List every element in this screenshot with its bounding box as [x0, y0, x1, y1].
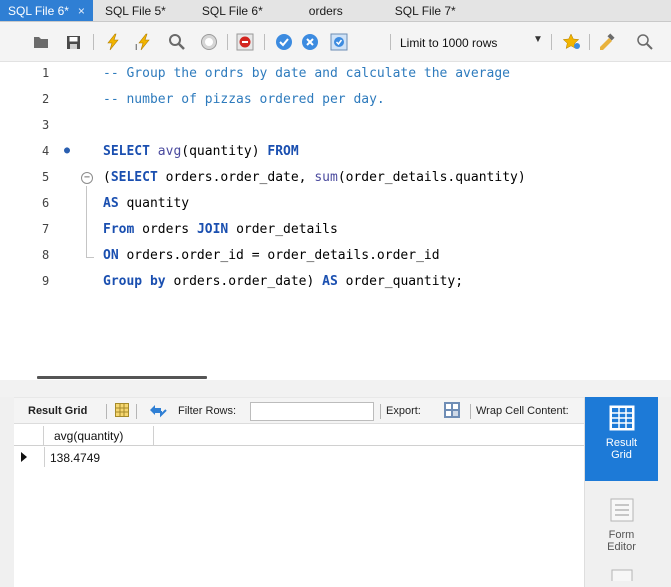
panel-splitter[interactable]: [0, 380, 671, 397]
code-text: -- number of pizzas ordered per day.: [103, 92, 385, 107]
form-editor-icon: [610, 498, 633, 522]
sql-editor[interactable]: 1 -- Group the ordrs by date and calcula…: [0, 62, 671, 380]
code-line: 4 ● SELECT avg(quantity) FROM: [0, 140, 671, 166]
svg-text:I: I: [135, 43, 137, 51]
result-toolbar: Result Grid Filter Rows: Export: Wrap Ce…: [14, 397, 584, 424]
execute-icon[interactable]: [104, 33, 122, 51]
beautify-icon[interactable]: [598, 33, 616, 51]
left-strip: [0, 397, 14, 587]
line-number: 9: [42, 274, 50, 288]
form-editor-button-label: Form Editor: [607, 529, 636, 553]
code-line: 7 From orders JOIN order_details: [0, 218, 671, 244]
chevron-down-icon[interactable]: ▼: [533, 34, 543, 45]
code-line: 3: [0, 114, 671, 140]
fold-guide-end: [86, 250, 94, 258]
find-icon[interactable]: [168, 33, 186, 51]
result-grid[interactable]: avg(quantity) 138.4749: [14, 424, 584, 587]
code-line: 9 Group by orders.order_date) AS order_q…: [0, 270, 671, 296]
code-text: (SELECT orders.order_date, sum(order_det…: [103, 170, 526, 185]
line-number: 8: [42, 248, 50, 262]
code-line: 2 -- number of pizzas ordered per day.: [0, 88, 671, 114]
line-number: 6: [42, 196, 50, 210]
execute-current-icon[interactable]: I: [135, 33, 153, 51]
result-grid-icon: [609, 405, 634, 431]
code-text: ON orders.order_id = order_details.order…: [103, 248, 440, 263]
code-line: 6 AS quantity: [0, 192, 671, 218]
table-row[interactable]: 138.4749: [14, 447, 584, 467]
statement-marker-icon: ●: [64, 145, 71, 156]
result-side-panel: Result Grid Form Editor: [584, 397, 671, 587]
fold-guide: [86, 186, 87, 250]
column-header[interactable]: avg(quantity): [44, 426, 154, 446]
result-grid-button[interactable]: Result Grid: [585, 397, 658, 481]
code-line: 5 − (SELECT orders.order_date, sum(order…: [0, 166, 671, 192]
tab-label: SQL File 5*: [104, 3, 166, 18]
limit-rows-select[interactable]: Limit to 1000 rows: [400, 36, 497, 50]
line-number: 4: [42, 144, 50, 158]
grid-corner: [14, 426, 44, 446]
autocommit-icon[interactable]: [330, 33, 348, 51]
rollback-icon[interactable]: [301, 33, 319, 51]
code-line: 8 ON orders.order_id = order_details.ord…: [0, 244, 671, 270]
code-text: From orders JOIN order_details: [103, 222, 338, 237]
export-icon[interactable]: [443, 401, 461, 419]
form-editor-button[interactable]: Form Editor: [585, 489, 658, 559]
open-folder-icon[interactable]: [32, 33, 50, 51]
result-grid-label[interactable]: Result Grid: [28, 405, 87, 417]
export-label: Export:: [386, 405, 421, 417]
grid-layout-icon[interactable]: [114, 402, 130, 418]
tab-sql-file-6[interactable]: SQL File 6*: [174, 0, 271, 21]
sql-editor-toolbar: I Limit to 1000 rows ▼: [0, 22, 671, 62]
commit-icon[interactable]: [275, 33, 293, 51]
search-icon[interactable]: [636, 33, 654, 51]
favorite-icon[interactable]: [562, 33, 580, 51]
editor-tab-bar: SQL File 6* × SQL File 5* SQL File 6* or…: [0, 0, 671, 22]
tab-label: SQL File 6*: [8, 3, 69, 18]
tab-sql-file-6-active[interactable]: SQL File 6* ×: [0, 0, 93, 21]
tab-label: SQL File 6*: [201, 3, 263, 18]
current-row-icon: [21, 452, 27, 462]
line-number: 7: [42, 222, 50, 236]
line-number: 2: [42, 92, 50, 106]
filter-rows-input[interactable]: [250, 402, 374, 421]
save-icon[interactable]: [64, 33, 82, 51]
code-text: Group by orders.order_date) AS order_qua…: [103, 274, 464, 289]
tab-orders[interactable]: orders: [271, 0, 351, 21]
code-text: SELECT avg(quantity) FROM: [103, 144, 299, 159]
tab-sql-file-7[interactable]: SQL File 7*: [351, 0, 464, 21]
field-types-button[interactable]: [585, 567, 658, 587]
table-cell[interactable]: 138.4749: [50, 451, 100, 465]
stop-icon[interactable]: [200, 33, 218, 51]
line-number: 1: [42, 66, 50, 80]
field-types-icon: [611, 569, 632, 581]
close-icon[interactable]: ×: [78, 4, 85, 18]
wrap-cell-label[interactable]: Wrap Cell Content:: [476, 405, 569, 417]
toggle-error-icon[interactable]: [236, 33, 254, 51]
code-line: 1 -- Group the ordrs by date and calcula…: [0, 62, 671, 88]
tab-sql-file-5[interactable]: SQL File 5*: [93, 0, 174, 21]
line-number: 3: [42, 118, 50, 132]
refresh-icon[interactable]: [148, 402, 168, 418]
filter-rows-label: Filter Rows:: [178, 405, 237, 417]
result-grid-button-label: Result Grid: [605, 437, 638, 461]
tab-label: SQL File 7*: [394, 3, 456, 18]
tab-label: orders: [308, 3, 343, 18]
splitter-handle[interactable]: [37, 376, 207, 379]
code-text: AS quantity: [103, 196, 190, 211]
code-text: -- Group the ordrs by date and calculate…: [103, 66, 510, 81]
fold-collapse-icon[interactable]: −: [81, 172, 93, 184]
grid-header: avg(quantity): [14, 426, 584, 446]
line-number: 5: [42, 170, 50, 184]
